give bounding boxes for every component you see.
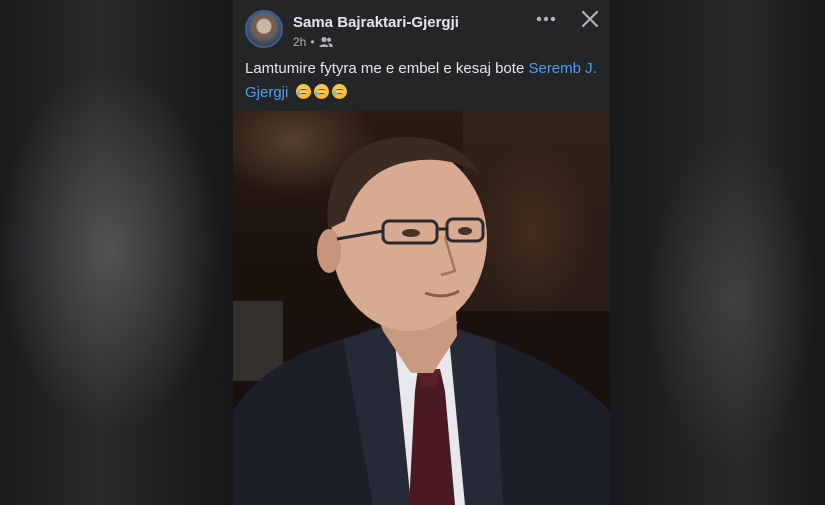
meta-separator: • — [310, 35, 315, 49]
author-name[interactable]: Sama Bajraktari-Gjergji — [293, 14, 459, 31]
post-photo[interactable] — [233, 111, 610, 505]
close-icon — [581, 10, 599, 28]
post-timestamp[interactable]: 2h — [293, 35, 306, 49]
more-options-icon — [536, 16, 556, 22]
post-card: Sama Bajraktari-Gjergji 2h • Lamtumire f… — [233, 0, 610, 505]
close-button[interactable] — [577, 6, 603, 32]
post-header: Sama Bajraktari-Gjergji 2h • — [233, 0, 610, 52]
author-avatar[interactable] — [245, 10, 283, 48]
crying-face-emoji — [295, 84, 311, 99]
post-message: Lamtumire fytyra me e embel e kesaj bote — [245, 60, 529, 77]
post-meta: 2h • — [293, 35, 333, 49]
friends-icon[interactable] — [319, 36, 333, 48]
crying-face-emoji — [331, 84, 347, 99]
crying-face-emoji — [313, 84, 329, 99]
post-text: Lamtumire fytyra me e embel e kesaj bote… — [245, 57, 600, 105]
more-options-button[interactable] — [533, 9, 559, 29]
